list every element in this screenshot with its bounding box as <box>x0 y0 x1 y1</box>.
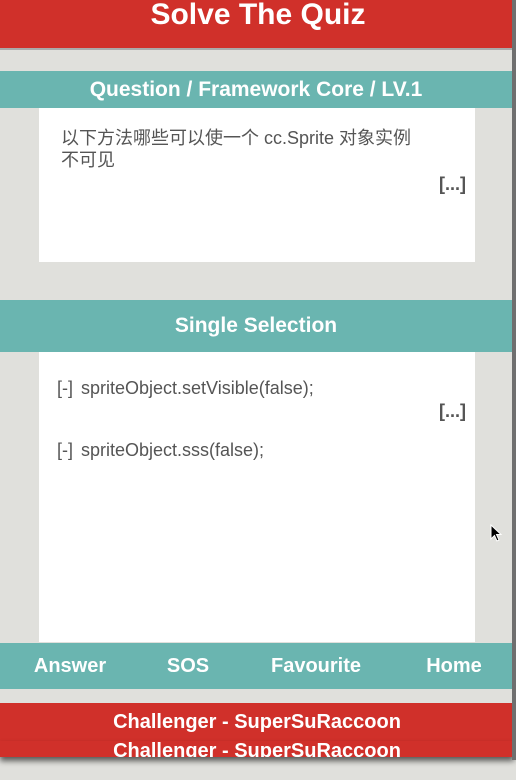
bottom-nav-bar: Answer SOS Favourite Home <box>0 643 512 689</box>
challenger-ghost-text: Challenger - SuperSuRaccoon <box>113 741 401 757</box>
mouse-cursor-icon <box>490 524 503 542</box>
answers-panel: [-] spriteObject.setVisible(false); [...]… <box>39 352 475 642</box>
question-text: 以下方法哪些可以使一个 cc.Sprite 对象实例 不可见 <box>61 127 451 171</box>
question-expand-button[interactable]: [...] <box>439 174 466 195</box>
favourite-button[interactable]: Favourite <box>252 643 380 689</box>
answer-option-2[interactable]: [-] spriteObject.sss(false); <box>57 440 264 461</box>
selection-mode-label: Single Selection <box>0 300 512 352</box>
option-expand-button[interactable]: [...] <box>439 401 466 422</box>
option-text: spriteObject.setVisible(false); <box>81 378 314 398</box>
option-text: spriteObject.sss(false); <box>81 440 265 460</box>
challenger-banner: Challenger - SuperSuRaccoon <box>0 703 514 741</box>
sos-button[interactable]: SOS <box>150 643 226 689</box>
question-line-1: 以下方法哪些可以使一个 cc.Sprite 对象实例 <box>61 128 412 148</box>
answer-button[interactable]: Answer <box>14 643 126 689</box>
answer-option-1[interactable]: [-] spriteObject.setVisible(false); <box>57 378 314 399</box>
challenger-banner-ghost: Challenger - SuperSuRaccoon <box>0 741 514 757</box>
option-marker: [-] <box>57 440 73 460</box>
page-title: Solve The Quiz <box>0 0 516 50</box>
question-panel: 以下方法哪些可以使一个 cc.Sprite 对象实例 不可见 [...] <box>39 108 475 262</box>
home-button[interactable]: Home <box>410 643 498 689</box>
window-edge <box>512 0 516 760</box>
question-line-2: 不可见 <box>61 150 115 170</box>
option-marker: [-] <box>57 378 73 398</box>
question-breadcrumb: Question / Framework Core / LV.1 <box>0 71 512 108</box>
